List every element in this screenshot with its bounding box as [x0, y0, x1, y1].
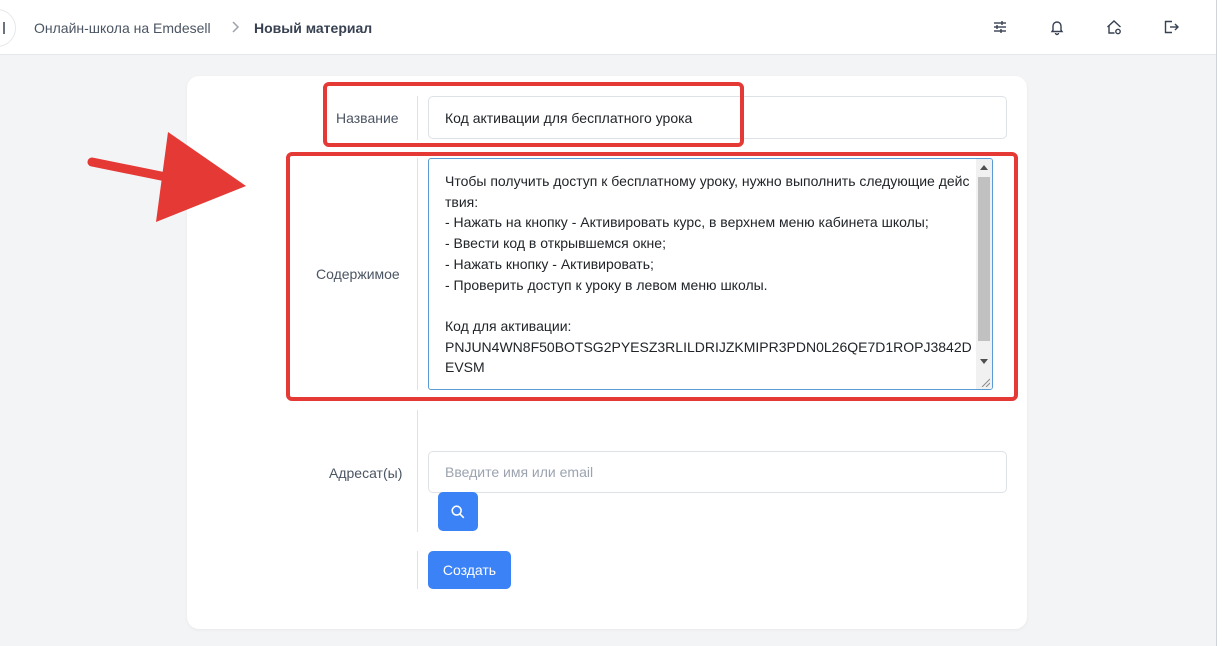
home-settings-icon[interactable] [1105, 18, 1123, 36]
chevron-right-icon [232, 21, 240, 33]
breadcrumb-current: Новый материал [254, 20, 373, 36]
recipients-input[interactable] [428, 451, 1007, 493]
create-button[interactable]: Создать [428, 551, 511, 589]
scroll-down-icon[interactable] [980, 359, 988, 364]
divider [417, 410, 418, 532]
top-bar: Онлайн-школа на Emdesell Новый материал [0, 0, 1216, 55]
resize-grip-icon[interactable] [980, 377, 990, 387]
divider [417, 96, 418, 140]
scroll-thumb[interactable] [978, 177, 990, 341]
bell-icon[interactable] [1048, 18, 1066, 36]
textarea-scrollbar[interactable] [976, 159, 992, 389]
search-icon [451, 504, 465, 518]
search-button[interactable] [438, 492, 478, 531]
window-edge [1216, 0, 1222, 646]
sliders-icon[interactable] [991, 18, 1009, 36]
logout-icon[interactable] [1162, 18, 1180, 36]
menu-toggle-button[interactable] [0, 9, 16, 47]
scroll-up-icon[interactable] [980, 165, 988, 170]
title-input[interactable] [428, 96, 1007, 139]
title-label: Название [336, 110, 399, 126]
divider [417, 551, 418, 589]
breadcrumb-parent-link[interactable]: Онлайн-школа на Emdesell [34, 20, 211, 36]
content-text: Чтобы получить доступ к бесплатному урок… [445, 173, 972, 376]
content-textarea[interactable]: Чтобы получить доступ к бесплатному урок… [428, 158, 993, 390]
content-label: Содержимое [316, 266, 400, 282]
recipients-label: Адресат(ы) [329, 465, 403, 481]
divider [417, 158, 418, 390]
